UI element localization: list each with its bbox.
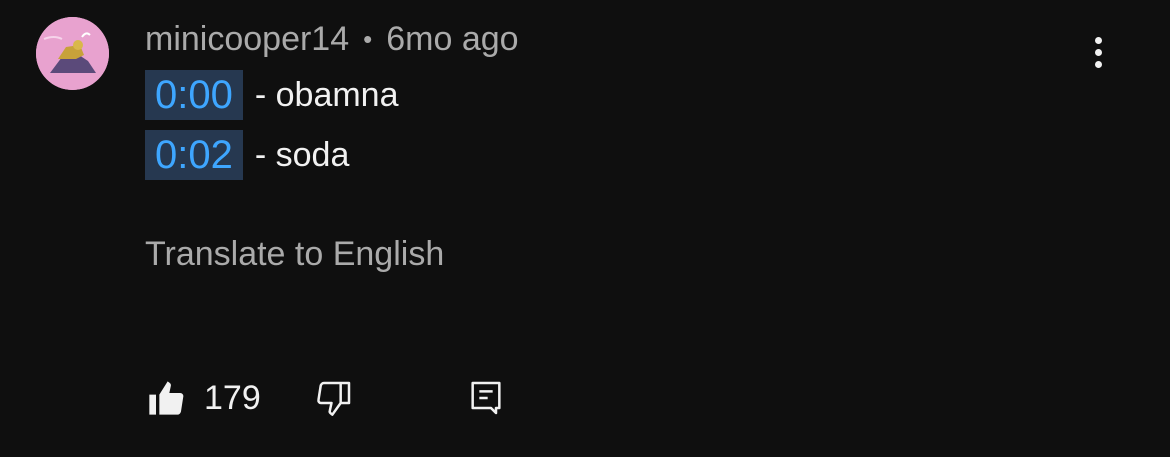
- vertical-dots-icon: [1094, 36, 1102, 44]
- comment-line: 0:00 - obamna: [145, 70, 399, 120]
- translate-button[interactable]: Translate to English: [145, 232, 444, 276]
- thumbs-up-icon: [149, 381, 184, 415]
- comment-header: minicooper14 • 6mo ago: [145, 17, 519, 61]
- timestamp-link[interactable]: 0:00: [145, 70, 243, 120]
- avatar-image: [36, 17, 109, 90]
- comment-actions: 179: [0, 372, 1170, 424]
- reply-button[interactable]: [466, 372, 506, 424]
- thumbs-down-icon: [317, 381, 351, 416]
- dislike-button[interactable]: [314, 372, 354, 424]
- like-count: 179: [204, 379, 261, 417]
- like-button[interactable]: [146, 372, 186, 424]
- comment-card: minicooper14 • 6mo ago 0:00 - obamna 0:0…: [0, 0, 1170, 457]
- comment-text: - obamna: [254, 75, 399, 114]
- more-options-button[interactable]: [1076, 30, 1120, 74]
- comment-time[interactable]: 6mo ago: [386, 20, 518, 59]
- comment-text: - soda: [254, 135, 350, 174]
- avatar[interactable]: [36, 17, 109, 90]
- comment-line: 0:02 - soda: [145, 130, 349, 180]
- comment-reply-icon: [471, 381, 501, 415]
- timestamp-link[interactable]: 0:02: [145, 130, 243, 180]
- separator-dot: •: [363, 23, 373, 54]
- author-name[interactable]: minicooper14: [145, 20, 349, 59]
